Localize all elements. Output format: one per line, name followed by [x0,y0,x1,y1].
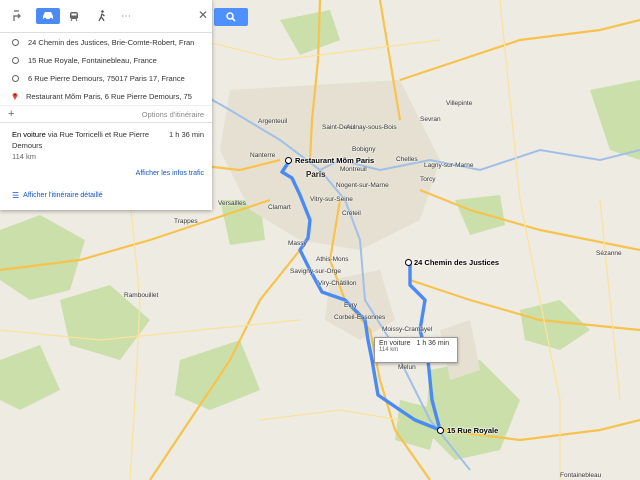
waypoint-marker[interactable] [437,427,444,434]
route-callout[interactable]: En voiture 1 h 36 min 114 km [374,337,458,363]
close-icon[interactable]: ✕ [198,8,208,22]
callout-time: 1 h 36 min [416,340,450,347]
route-options-link[interactable]: Options d'itinéraire [142,110,204,119]
place-label: Montreuil [340,166,367,173]
transit-mode-button[interactable] [62,8,86,24]
place-label: Versailles [218,200,246,207]
destination-marker[interactable] [285,157,292,164]
callout-distance: 114 km [379,347,399,353]
origin-marker[interactable] [405,259,412,266]
directions-icon[interactable] [6,8,30,24]
place-label: Villepinte [446,100,473,107]
search-icon [226,12,236,22]
waypoint-field[interactable]: 15 Rue Royale, Fontainebleau, France [28,56,157,65]
add-destination-button[interactable]: + [8,108,14,120]
add-destination-row: + Options d'itinéraire [0,105,212,122]
place-label: Evry [344,302,357,309]
route-time: 1 h 36 min [168,130,204,139]
travel-mode-bar: ⋯ ✕ [0,0,212,33]
train-icon [70,11,78,21]
waypoint-row[interactable]: 24 Chemin des Justices, Brie-Comte-Rober… [0,33,212,51]
traffic-link[interactable]: Afficher les infos trafic [12,168,204,179]
directions-panel: ⋯ ✕ 24 Chemin des Justices, Brie-Comte-R… [0,0,212,210]
red-pin-icon [12,93,18,100]
circle-icon [12,74,19,82]
place-label: Lagny-sur-Marne [424,162,474,169]
place-label: Clamart [268,204,291,211]
place-label: Chelles [396,156,418,163]
marker-label[interactable]: Restaurant Mõm Paris [295,156,374,165]
car-icon [43,12,53,21]
walking-icon [98,10,105,22]
waypoint-field[interactable]: Restaurant Mõm Paris, 6 Rue Pierre Demou… [26,92,192,101]
circle-icon [12,38,19,46]
marker-label[interactable]: 24 Chemin des Justices [414,258,499,267]
more-icon: ⋯ [121,10,131,22]
waypoint-field[interactable]: 24 Chemin des Justices, Brie-Comte-Rober… [28,38,194,47]
car-mode-button[interactable] [36,8,60,24]
place-label: Sézanne [596,250,622,257]
place-label: Bobigny [352,146,376,153]
place-label: Fontainebleau [560,472,602,479]
place-label: Trappes [174,218,198,225]
details-link[interactable]: ☰ Afficher l'itinéraire détaillé [0,183,212,210]
waypoint-row[interactable]: Restaurant Mõm Paris, 6 Rue Pierre Demou… [0,87,212,105]
place-label: Rambouillet [124,292,159,299]
place-label: Nanterre [250,152,276,159]
place-label: Athis-Mons [316,256,349,263]
circle-icon [12,56,19,64]
place-label: Nogent-sur-Marne [336,182,389,189]
walk-mode-button[interactable] [90,8,114,24]
route-distance: 114 km [12,152,37,161]
details-label: Afficher l'itinéraire détaillé [23,192,103,199]
place-label: Torcy [420,176,436,183]
place-label: Sevran [420,116,441,123]
place-label: Corbeil-Essonnes [334,314,386,321]
place-label: Massy [288,240,307,247]
place-label: Savigny-sur-Orge [290,268,341,275]
route-mode: En voiture [12,130,46,139]
place-label: Aulnay-sous-Bois [346,124,397,131]
place-label: Argenteuil [258,118,288,125]
list-icon: ☰ [12,191,20,200]
place-label: Paris [306,170,326,179]
waypoint-row[interactable]: 15 Rue Royale, Fontainebleau, France [0,51,212,69]
route-summary[interactable]: En voiture via Rue Torricelli et Rue Pie… [0,122,212,183]
waypoint-field[interactable]: 6 Rue Pierre Demours, 75017 Paris 17, Fr… [28,74,185,83]
search-button[interactable] [214,8,248,26]
place-label: Melun [398,364,416,371]
place-label: Créteil [342,210,361,217]
place-label: Vitry-sur-Seine [310,196,353,203]
waypoint-row[interactable]: 6 Rue Pierre Demours, 75017 Paris 17, Fr… [0,69,212,87]
place-label: Viry-Châtillon [318,280,357,287]
marker-label[interactable]: 15 Rue Royale [447,426,498,435]
callout-mode: En voiture [379,340,411,347]
place-label: Moissy-Cramayel [382,326,433,333]
more-modes-button[interactable]: ⋯ [114,8,138,24]
